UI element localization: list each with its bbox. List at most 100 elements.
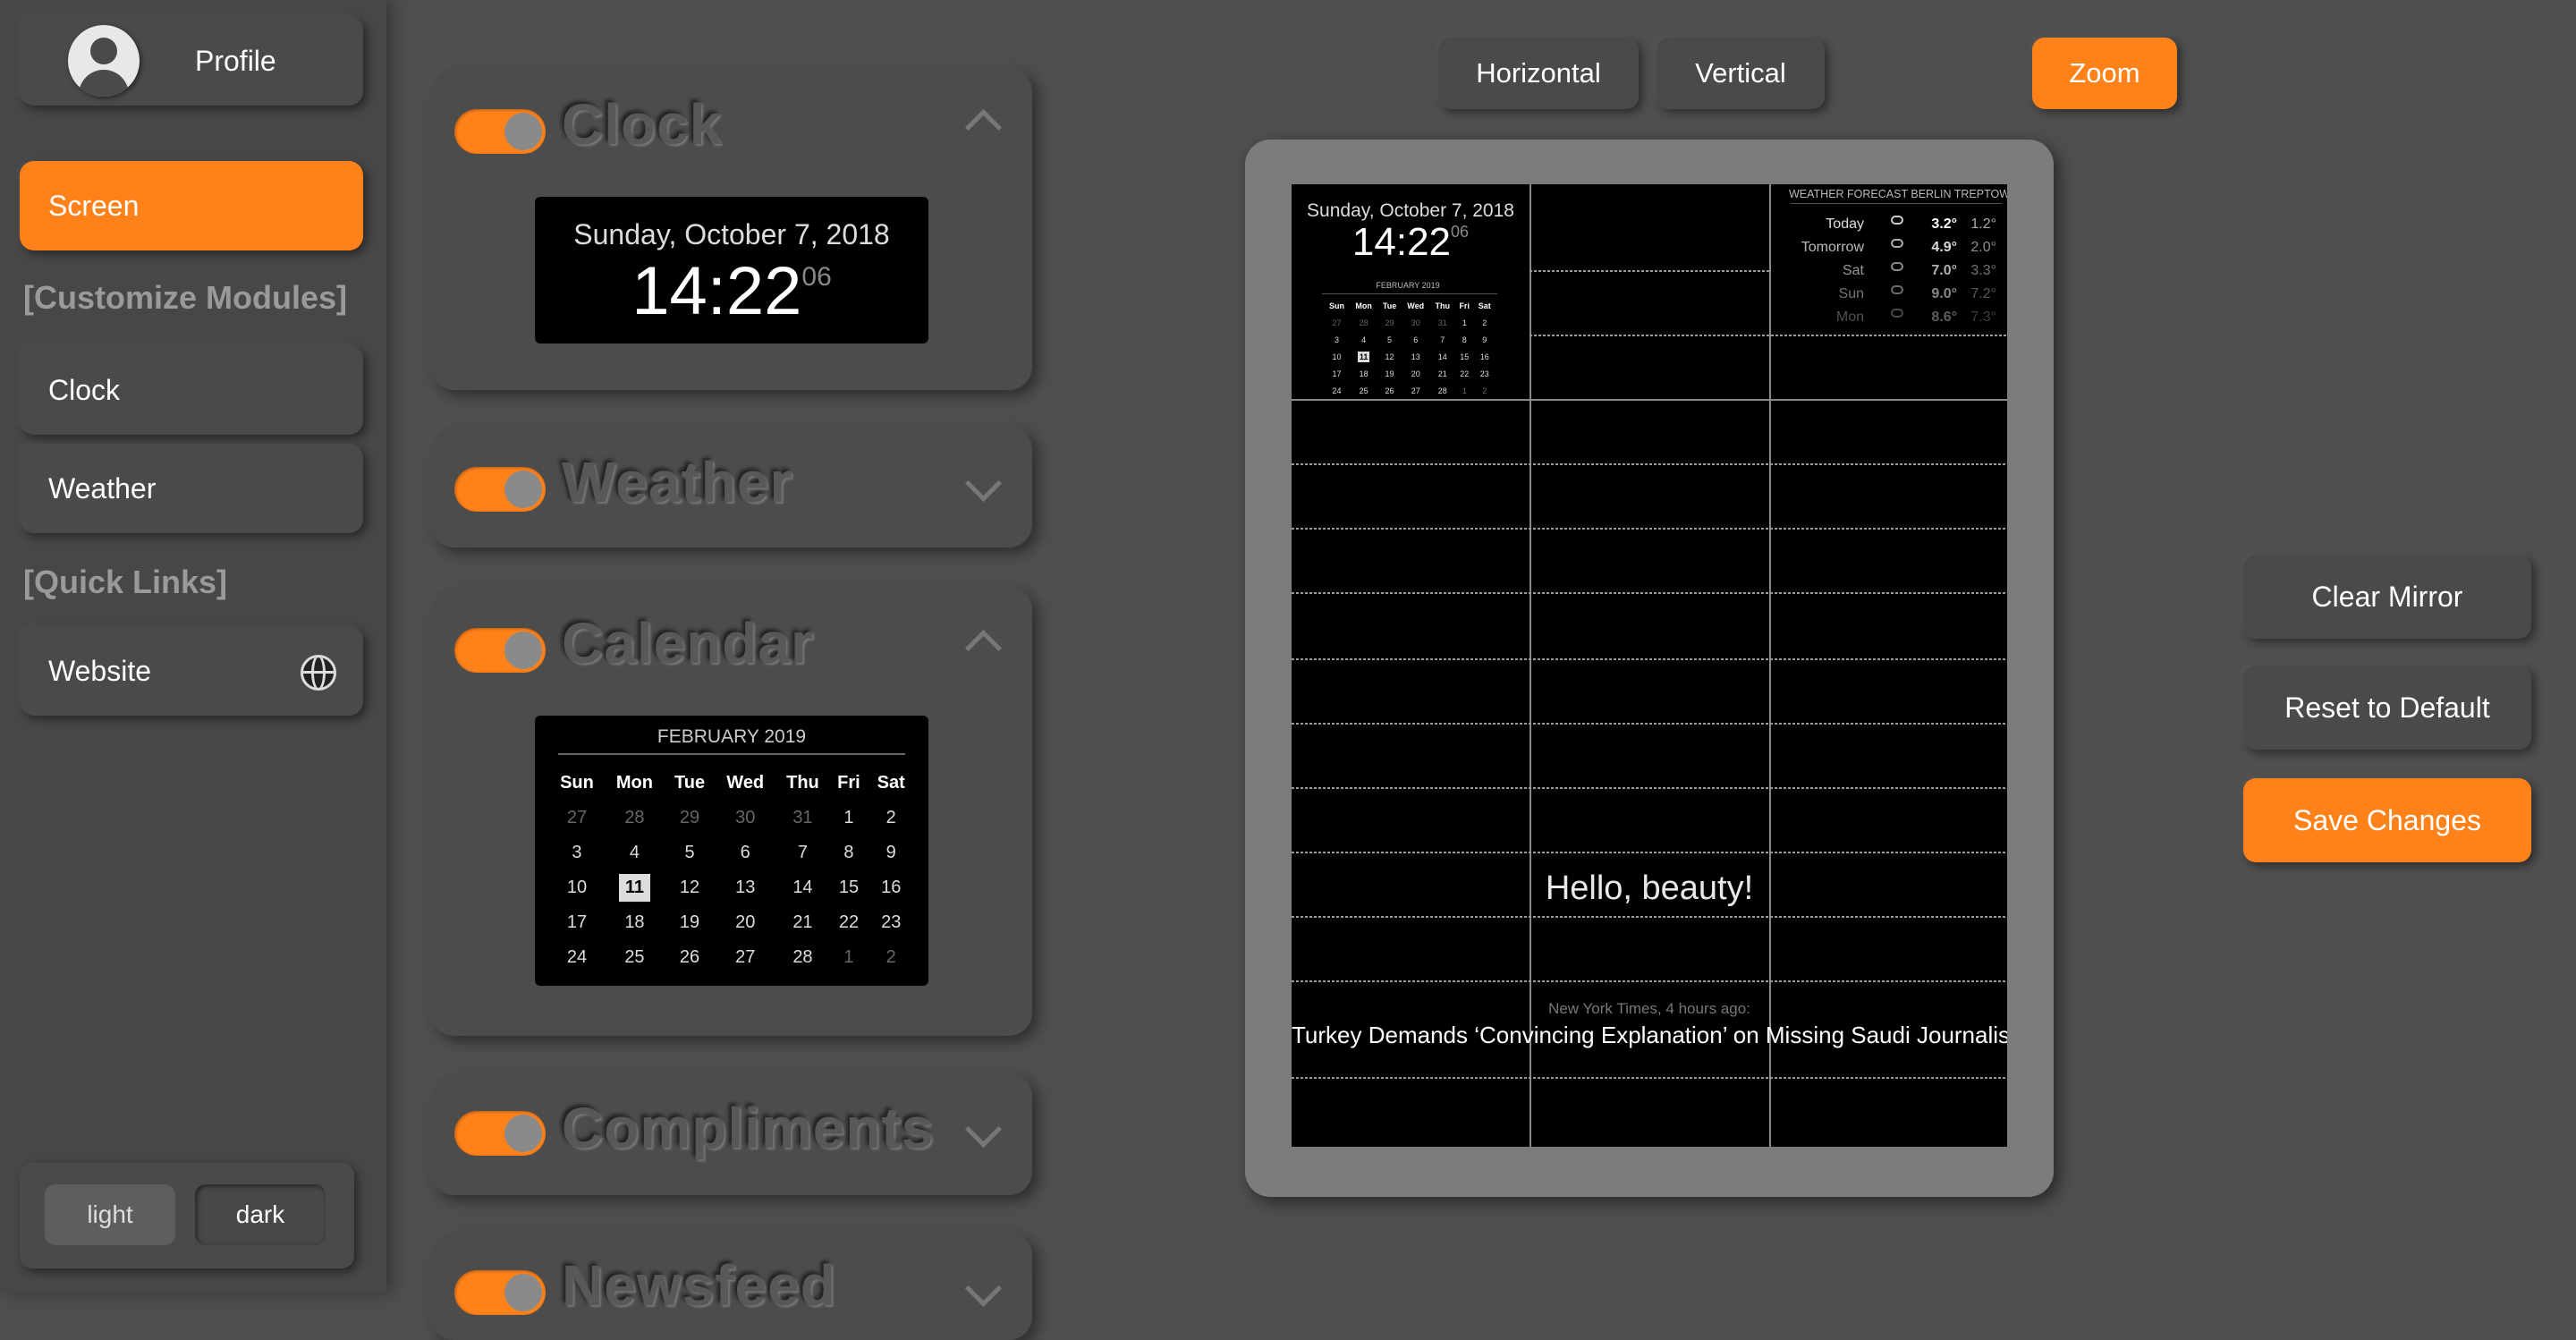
globe-icon bbox=[301, 655, 336, 691]
forecast-max: 3.2° bbox=[1931, 216, 1957, 232]
mirror-news-headline: Turkey Demands ‘Convincing Explanation’ … bbox=[1292, 1022, 2007, 1048]
forecast-min: 3.3° bbox=[1970, 263, 1996, 278]
sidebar-item-weather[interactable]: Weather bbox=[20, 444, 363, 533]
calendar-day: 14 bbox=[1437, 352, 1447, 361]
chevron-down-icon[interactable] bbox=[964, 1110, 1003, 1149]
clock-preview: Sunday, October 7, 2018 14:2206 bbox=[535, 197, 928, 343]
website-label: Website bbox=[48, 654, 152, 687]
mirror-clock-hm: 14:22 bbox=[1352, 220, 1452, 264]
module-title-newsfeed: Newsfeed bbox=[562, 1253, 836, 1318]
calendar-day: 1 bbox=[1462, 386, 1467, 395]
calendar-day: 28 bbox=[1437, 386, 1447, 395]
weekday-header: Fri bbox=[837, 773, 860, 793]
horizontal-button[interactable]: Horizontal bbox=[1438, 38, 1639, 109]
forecast-min: 7.2° bbox=[1970, 286, 1996, 301]
weekday-header: Tue bbox=[674, 773, 706, 793]
chevron-up-icon[interactable] bbox=[964, 629, 1003, 667]
calendar-day: 20 bbox=[735, 912, 756, 932]
calendar-day: 26 bbox=[1385, 386, 1394, 395]
forecast-max: 4.9° bbox=[1931, 240, 1957, 255]
calendar-day: 20 bbox=[1411, 369, 1420, 378]
module-card-clock: Clock Sunday, October 7, 2018 14:2206 bbox=[431, 68, 1032, 390]
sidebar-item-screen[interactable]: Screen bbox=[20, 161, 363, 250]
calendar-day: 10 bbox=[566, 878, 588, 897]
save-changes-button[interactable]: Save Changes bbox=[2243, 778, 2531, 862]
mirror-weather-header: WEATHER FORECAST BERLIN TREPTOW, DE bbox=[1789, 188, 2007, 200]
cloud-icon bbox=[1891, 216, 1903, 225]
vertical-button[interactable]: Vertical bbox=[1657, 38, 1825, 109]
newsfeed-toggle[interactable] bbox=[454, 1270, 546, 1315]
weekday-header: Wed bbox=[726, 773, 765, 793]
module-card-newsfeed: Newsfeed bbox=[431, 1233, 1032, 1340]
calendar-day: 13 bbox=[1411, 352, 1420, 361]
calendar-day: 2 bbox=[886, 947, 896, 967]
calendar-day: 9 bbox=[1482, 335, 1487, 344]
zoom-button[interactable]: Zoom bbox=[2032, 38, 2177, 109]
section-heading-links: [Quick Links] bbox=[23, 564, 228, 600]
weekday-header: Mon bbox=[1355, 301, 1372, 310]
clock-label: Clock bbox=[48, 373, 121, 406]
calendar-day: 18 bbox=[1359, 369, 1368, 378]
calendar-day: 22 bbox=[1460, 369, 1470, 378]
mirror-calendar-grid: Sun Mon Tue Wed Thu Fri Sat 27 28 29 30 31 1 2 3 4 5 6 7 8 9… bbox=[1324, 297, 1496, 399]
calendar-day: 8 bbox=[843, 843, 854, 862]
calendar-day: 19 bbox=[1385, 369, 1394, 378]
calendar-day: 27 bbox=[1411, 386, 1420, 395]
calendar-day: 16 bbox=[1479, 352, 1489, 361]
theme-light-button[interactable]: light bbox=[45, 1184, 175, 1245]
module-card-weather: Weather bbox=[431, 426, 1032, 547]
mirror-clock-date: Sunday, October 7, 2018 bbox=[1307, 200, 1514, 221]
weather-toggle[interactable] bbox=[454, 467, 546, 512]
weekday-header: Sun bbox=[560, 773, 594, 793]
calendar-day: 21 bbox=[1437, 369, 1447, 378]
section-heading-modules: [Customize Modules] bbox=[23, 279, 348, 316]
module-title-calendar: Calendar bbox=[562, 611, 814, 675]
calendar-day: 4 bbox=[1361, 335, 1367, 344]
weekday-header: Sat bbox=[1478, 301, 1491, 310]
forecast-row: Sun 9.0° 7.2° bbox=[1789, 285, 2000, 310]
chevron-up-icon[interactable] bbox=[964, 108, 1003, 147]
module-title-compliments: Compliments bbox=[562, 1096, 935, 1160]
forecast-row: Sat 7.0° 3.3° bbox=[1789, 262, 2000, 286]
mirror-screen: Sunday, October 7, 2018 14:2206 FEBRUARY… bbox=[1292, 184, 2007, 1147]
calendar-day: 5 bbox=[1387, 335, 1393, 344]
weekday-header: Thu bbox=[1435, 301, 1451, 310]
calendar-day: 11 bbox=[618, 874, 651, 902]
website-link[interactable]: Website bbox=[20, 626, 363, 716]
calendar-day: 28 bbox=[1359, 318, 1368, 327]
calendar-day: 26 bbox=[679, 947, 700, 967]
mirror-clock-time: 14:2206 bbox=[1292, 220, 1530, 265]
theme-dark-button[interactable]: dark bbox=[195, 1184, 326, 1245]
calendar-day: 30 bbox=[1411, 318, 1420, 327]
compliments-toggle[interactable] bbox=[454, 1111, 546, 1156]
calendar-day: 30 bbox=[735, 808, 756, 827]
calendar-day: 13 bbox=[735, 878, 756, 897]
chevron-down-icon[interactable] bbox=[964, 1269, 1003, 1308]
weekday-header: Wed bbox=[1407, 301, 1425, 310]
clear-mirror-button[interactable]: Clear Mirror bbox=[2243, 555, 2531, 639]
calendar-day: 27 bbox=[566, 808, 588, 827]
calendar-day: 16 bbox=[881, 878, 902, 897]
profile-button[interactable]: Profile bbox=[20, 16, 363, 106]
reset-default-button[interactable]: Reset to Default bbox=[2243, 666, 2531, 750]
clock-toggle[interactable] bbox=[454, 109, 546, 154]
calendar-day: 3 bbox=[572, 843, 582, 862]
calendar-day: 27 bbox=[1332, 318, 1342, 327]
chevron-down-icon[interactable] bbox=[964, 464, 1003, 503]
calendar-day: 29 bbox=[1385, 318, 1394, 327]
calendar-preview-grid: Sun Mon Tue Wed Thu Fri Sat 27 28 29 30 31 1 2 3 4 5 6 7 8 9… bbox=[549, 766, 914, 975]
module-title-weather: Weather bbox=[562, 450, 793, 514]
calendar-day: 12 bbox=[679, 878, 700, 897]
calendar-day: 2 bbox=[1482, 318, 1487, 327]
calendar-day: 15 bbox=[838, 878, 860, 897]
forecast-max: 9.0° bbox=[1931, 286, 1957, 301]
calendar-day: 28 bbox=[792, 947, 813, 967]
calendar-preview: FEBRUARY 2019 Sun Mon Tue Wed Thu Fri Sat 27 28 2… bbox=[535, 716, 928, 986]
forecast-row: Mon 8.6° 7.3° bbox=[1789, 309, 2000, 333]
calendar-day: 7 bbox=[1440, 335, 1445, 344]
forecast-min: 7.3° bbox=[1970, 310, 1996, 325]
sidebar-item-clock[interactable]: Clock bbox=[20, 345, 363, 435]
calendar-toggle[interactable] bbox=[454, 628, 546, 673]
forecast-max: 7.0° bbox=[1931, 263, 1957, 278]
calendar-day: 2 bbox=[886, 808, 896, 827]
